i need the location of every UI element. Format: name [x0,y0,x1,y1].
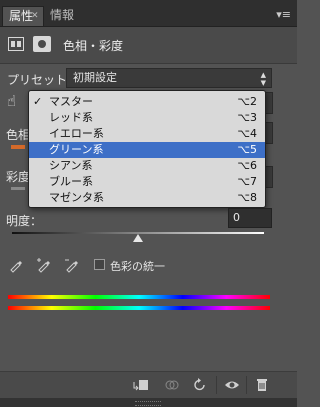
lightness-slider-handle[interactable] [133,234,143,242]
dropdown-item-label: シアン系 [49,159,93,172]
eyedropper-subtract-icon[interactable] [64,257,80,273]
dropdown-item-label: グリーン系 [49,143,104,156]
spectrum-bar-bottom [8,306,270,310]
dropdown-item[interactable]: シアン系 ⌥6 [29,158,265,174]
eyedropper-icon[interactable] [8,257,24,273]
channel-dropdown-menu: ✓ マスター ⌥2 レッド系 ⌥3 イエロー系 ⌥4 グリーン系 ⌥5 シアン系 ⌥6 ブルー系 ⌥7 マ… [28,90,266,208]
bottom-toolbar [0,371,297,399]
saturation-label: 彩度 [6,170,31,184]
reset-icon[interactable] [192,378,208,392]
trash-icon[interactable] [254,378,270,392]
dropdown-item-label: マスター [49,95,93,108]
dropdown-item-shortcut: ⌥2 [237,95,257,108]
lightness-value-field[interactable]: 0 [228,208,272,228]
toolbar-divider [246,376,247,394]
dropdown-item-shortcut: ⌥3 [237,111,257,124]
resize-grip[interactable] [0,398,297,407]
adjustment-header: 色相・彩度 [0,27,297,64]
saturation-slider-fragment [11,187,25,190]
dropdown-item-label: マゼンタ系 [49,191,104,204]
lightness-label: 明度： [6,214,43,228]
colorize-checkbox[interactable] [94,259,105,270]
tab-info-label: 情報 [50,8,75,22]
tab-info[interactable]: 情報 [44,6,80,26]
dropdown-item-shortcut: ⌥4 [237,127,257,140]
spectrum-bar-top [8,295,270,299]
hue-slider-fragment [11,145,25,149]
check-icon: ✓ [33,95,43,108]
panel-tab-bar: 属性 ✕ 情報 ▾≡ [0,0,297,27]
visibility-icon[interactable] [224,378,240,392]
close-icon[interactable]: ✕ [31,7,39,25]
tab-properties[interactable]: 属性 ✕ [2,6,44,26]
dropdown-item[interactable]: レッド系 ⌥3 [29,110,265,126]
dropdown-item-shortcut: ⌥6 [237,159,257,172]
eyedropper-add-icon[interactable] [36,257,52,273]
lightness-value: 0 [233,211,240,224]
dropdown-item-label: レッド系 [49,111,93,124]
adjustment-layer-icon[interactable] [8,37,24,51]
clip-to-layer-icon[interactable] [133,378,149,392]
dropdown-item[interactable]: マゼンタ系 ⌥8 [29,190,265,206]
mask-icon[interactable] [33,36,51,52]
dropdown-item-shortcut: ⌥5 [237,143,257,156]
view-previous-state-icon[interactable] [164,378,180,392]
dropdown-item[interactable]: グリーン系 ⌥5 [29,142,265,158]
panel-menu-icon[interactable]: ▾≡ [276,8,291,21]
tab-properties-label: 属性 [9,9,34,23]
adjustment-title: 色相・彩度 [63,39,124,53]
hue-label: 色相 [6,128,31,142]
dropdown-item[interactable]: イエロー系 ⌥4 [29,126,265,142]
toolbar-divider [216,376,217,394]
preset-value: 初期設定 [73,71,117,84]
dropdown-item[interactable]: ✓ マスター ⌥2 [29,94,265,110]
dropdown-item-shortcut: ⌥7 [237,175,257,188]
dropdown-item-label: ブルー系 [49,175,93,188]
chevron-updown-icon: ▲ ▼ [260,71,266,87]
dropdown-item-shortcut: ⌥8 [237,191,257,204]
dropdown-item[interactable]: ブルー系 ⌥7 [29,174,265,190]
preset-select[interactable]: 初期設定 ▲ ▼ [66,68,272,88]
colorize-label: 色彩の統一 [110,260,165,273]
dropdown-item-label: イエロー系 [49,127,104,140]
targeted-adjustment-hand-icon[interactable]: ☝ [7,92,16,110]
